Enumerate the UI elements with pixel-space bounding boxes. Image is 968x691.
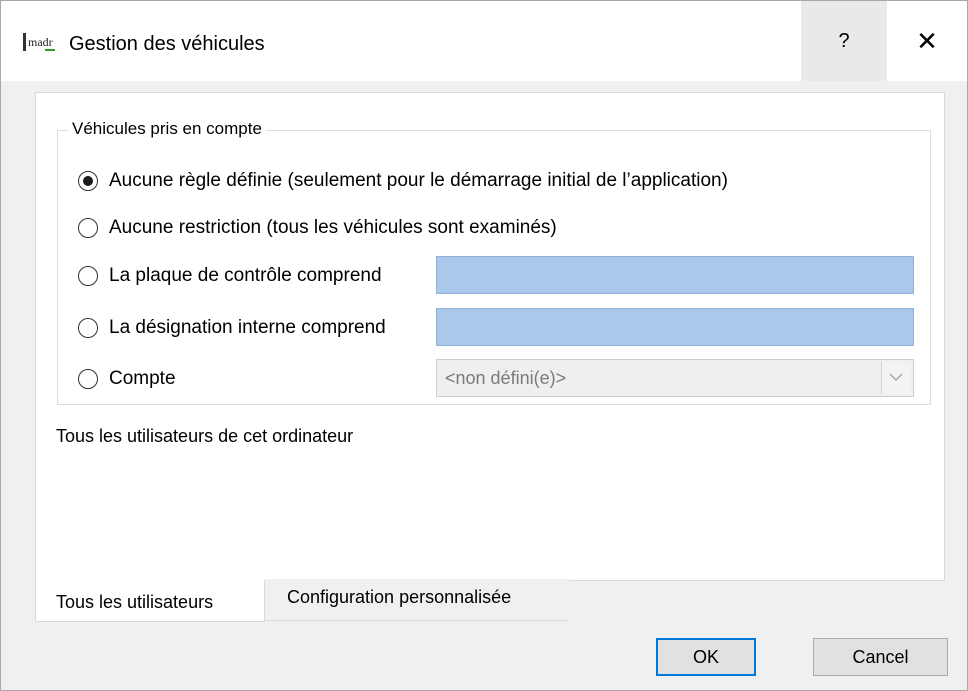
- radio-no-rule[interactable]: Aucune règle définie (seulement pour le …: [78, 166, 728, 196]
- radio-no-restriction[interactable]: Aucune restriction (tous les véhicules s…: [78, 213, 557, 243]
- radio-indicator[interactable]: [78, 171, 98, 191]
- tab-custom-config[interactable]: Configuration personnalisée: [265, 579, 569, 621]
- account-select-value: <non défini(e)>: [445, 368, 567, 388]
- radio-indicator[interactable]: [78, 369, 98, 389]
- tab-page-all-users: Véhicules pris en compte Aucune règle dé…: [35, 92, 945, 581]
- radio-account[interactable]: Compte: [78, 364, 176, 394]
- radio-indicator[interactable]: [78, 218, 98, 238]
- tab-all-users[interactable]: Tous les utilisateurs: [35, 580, 265, 622]
- ok-button[interactable]: OK: [656, 638, 756, 676]
- radio-label: Compte: [109, 368, 176, 389]
- window-title: Gestion des véhicules: [69, 33, 265, 55]
- radio-designation-contains[interactable]: La désignation interne comprend: [78, 313, 386, 343]
- madr-app-icon: madr: [23, 33, 55, 51]
- cancel-button[interactable]: Cancel: [813, 638, 948, 676]
- svg-text:madr: madr: [28, 35, 53, 49]
- scope-description: Tous les utilisateurs de cet ordinateur: [56, 426, 354, 446]
- vehicles-groupbox: Véhicules pris en compte Aucune règle dé…: [57, 117, 931, 405]
- radio-label: La désignation interne comprend: [109, 317, 386, 338]
- close-button[interactable]: ✕: [887, 1, 967, 81]
- radio-label: La plaque de contrôle comprend: [109, 265, 382, 286]
- radio-label: Aucune règle définie (seulement pour le …: [109, 170, 728, 191]
- account-select[interactable]: <non défini(e)>: [436, 359, 914, 397]
- radio-indicator[interactable]: [78, 266, 98, 286]
- groupbox-legend: Véhicules pris en compte: [68, 117, 266, 141]
- plate-input[interactable]: [436, 256, 914, 294]
- title-bar[interactable]: madr Gestion des véhicules ? ✕: [1, 1, 967, 81]
- chevron-down-icon[interactable]: [881, 362, 911, 394]
- radio-indicator[interactable]: [78, 318, 98, 338]
- help-button[interactable]: ?: [801, 1, 887, 81]
- designation-input[interactable]: [436, 308, 914, 346]
- vehicle-management-dialog: madr Gestion des véhicules ? ✕ Véhicules…: [0, 0, 968, 691]
- radio-plate-contains[interactable]: La plaque de contrôle comprend: [78, 261, 382, 291]
- radio-label: Aucune restriction (tous les véhicules s…: [109, 217, 557, 238]
